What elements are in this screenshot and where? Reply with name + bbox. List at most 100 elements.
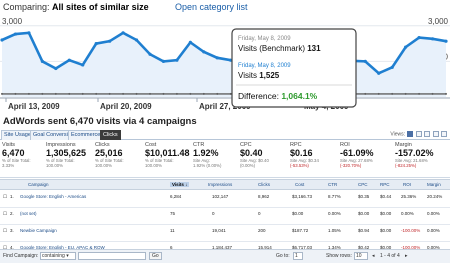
- performance-view-icon[interactable]: [424, 131, 431, 137]
- data-point: [54, 66, 58, 71]
- tooltip-difference: Difference: 1,064.1%: [238, 91, 318, 101]
- data-point: [149, 92, 151, 95]
- row-number: 2.: [10, 211, 14, 216]
- campaign-link[interactable]: Newbie Campaign: [20, 228, 57, 233]
- cell-impressions: 19,041: [212, 228, 226, 233]
- metric-value: 1,305,625: [46, 148, 87, 158]
- metric-sub-value: 100.00%: [46, 163, 63, 168]
- data-point: [27, 92, 30, 95]
- data-point: [189, 92, 192, 95]
- cell-roi: 0.00%: [401, 211, 414, 216]
- find-go-button[interactable]: Go: [149, 252, 162, 260]
- metric-sub-value: (-53.53%): [290, 163, 309, 168]
- data-point: [108, 39, 112, 43]
- views-label: Views:: [390, 131, 406, 138]
- metric-value: 6,470: [2, 148, 25, 158]
- data-point: [202, 92, 205, 95]
- chevron-down-icon: ▾: [66, 253, 69, 259]
- cell-ctr: 8.77%: [328, 194, 341, 199]
- col-visits[interactable]: Visits ↓: [170, 182, 190, 187]
- match-type-select[interactable]: containing ▾: [40, 252, 76, 260]
- metric-sub-value: (0.00%): [240, 163, 256, 168]
- tooltip-benchmark: Visits (Benchmark) 131: [238, 44, 321, 53]
- row-select-checkbox[interactable]: ☐: [3, 194, 7, 200]
- metric-cost: Cost $10,011.48% of Site Total: 100.00%: [145, 142, 190, 168]
- table-header: Campaign Visits ↓ Impressions Clicks Cos…: [0, 179, 450, 190]
- metric-value: -157.02%: [395, 148, 434, 158]
- row-select-checkbox[interactable]: ☐: [3, 211, 7, 217]
- row-number: 1.: [10, 194, 14, 199]
- data-point: [430, 37, 435, 41]
- data-point: [216, 92, 219, 95]
- data-point: [122, 92, 125, 95]
- comparing-value: All sites of similar size: [52, 2, 149, 12]
- comparison-view-icon[interactable]: [432, 131, 439, 137]
- data-point: [417, 36, 421, 40]
- col-ctr[interactable]: CTR: [328, 182, 337, 187]
- metric-margin: Margin -157.02% Site Avg: 21.68% (-824.25%): [395, 142, 434, 168]
- metric-sub-value: 100.00%: [145, 163, 162, 168]
- x-tick-label: April 13, 2009: [8, 102, 60, 111]
- show-rows-select[interactable]: 10: [354, 252, 368, 260]
- tab-ecommerce[interactable]: Ecommerce: [68, 130, 104, 140]
- visits-chart: 3,0003,0001,5001,500April 13, 2009April …: [0, 17, 450, 115]
- col-margin[interactable]: Margin: [427, 182, 441, 187]
- table-footer: Find Campaign: containing ▾ Go Go to: 1 …: [0, 249, 450, 263]
- tab-site-usage[interactable]: Site Usage: [1, 130, 34, 140]
- cell-cost: $187.72: [292, 228, 309, 233]
- tab-clicks[interactable]: Clicks: [100, 130, 121, 140]
- col-roi[interactable]: ROI: [403, 182, 411, 187]
- data-point: [404, 45, 408, 49]
- data-point: [391, 92, 394, 95]
- data-point: [41, 92, 44, 95]
- goto-input[interactable]: 1: [293, 252, 303, 260]
- find-campaign-input[interactable]: [78, 252, 146, 260]
- cell-clicks: 200: [258, 228, 266, 233]
- metric-value: -61.09%: [340, 148, 374, 158]
- views-switcher: Views:: [390, 131, 447, 137]
- data-point: [175, 92, 178, 95]
- col-cpc[interactable]: CPC: [358, 182, 368, 187]
- cell-cpc: $0.00: [358, 211, 370, 216]
- cell-cost: $3,166.73: [292, 194, 313, 199]
- data-point: [54, 92, 57, 95]
- pagination-next-icon[interactable]: ▸: [405, 253, 408, 259]
- open-category-list-link[interactable]: Open category list: [175, 2, 248, 12]
- row-select-checkbox[interactable]: ☐: [3, 228, 7, 234]
- col-clicks[interactable]: Clicks: [258, 182, 270, 187]
- data-point: [188, 40, 192, 44]
- data-point: [27, 31, 31, 35]
- cell-visits: 11: [170, 228, 175, 233]
- cell-visits: 6,284: [170, 194, 182, 199]
- cell-ctr: 0.00%: [328, 211, 341, 216]
- row-number: 3.: [10, 228, 14, 233]
- sort-desc-icon: ↓: [185, 182, 188, 187]
- pagination-prev-icon[interactable]: ◂: [372, 253, 375, 259]
- pagination-range: 1 - 4 of 4: [380, 253, 400, 259]
- data-point: [81, 63, 85, 67]
- cell-margin: 20.24%: [427, 194, 443, 199]
- col-rpc[interactable]: RPC: [380, 182, 390, 187]
- data-point: [377, 92, 380, 95]
- metric-impressions: Impressions 1,305,625% of Site Total: 100.…: [46, 142, 86, 168]
- data-point: [13, 32, 18, 36]
- metrics-summary: Visits 6,470% of Site Total: 3.33% Impressi…: [0, 141, 450, 178]
- data-point: [390, 65, 394, 69]
- data-point: [94, 41, 98, 46]
- table-view-icon[interactable]: [407, 131, 414, 137]
- data-point: [67, 58, 71, 62]
- col-cost[interactable]: Cost: [295, 182, 304, 187]
- col-campaign[interactable]: Campaign: [28, 182, 49, 187]
- campaign-link[interactable]: (not set): [20, 211, 37, 216]
- col-impressions[interactable]: Impressions: [208, 182, 232, 187]
- metric-cpc: CPC $0.40 Site Avg: $0.40 (0.00%): [240, 142, 269, 168]
- data-point: [418, 92, 421, 95]
- cell-roi: -100.00%: [401, 228, 421, 233]
- campaign-link[interactable]: Google Store: English - Americas: [20, 194, 86, 199]
- data-point: [202, 50, 206, 54]
- percentage-view-icon[interactable]: [415, 131, 422, 137]
- data-point: [95, 92, 98, 95]
- data-point: [1, 92, 3, 95]
- pivot-view-icon[interactable]: [441, 131, 447, 137]
- metric-value: $10,011.48: [145, 148, 190, 158]
